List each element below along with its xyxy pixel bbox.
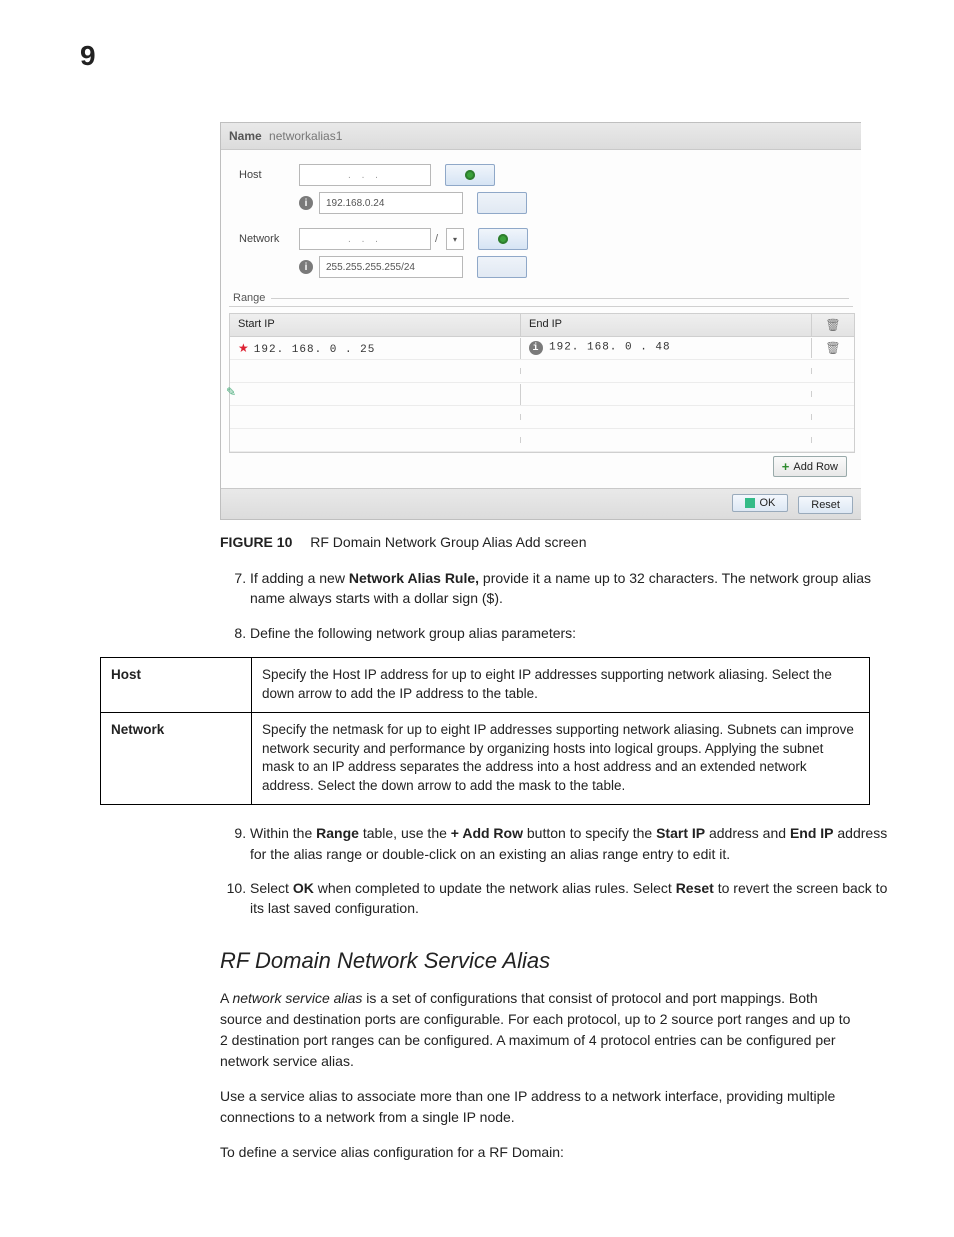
table-row: Network Specify the netmask for up to ei… xyxy=(101,712,870,805)
paragraph-1: A network service alias is a set of conf… xyxy=(220,988,860,1072)
section-heading: RF Domain Network Service Alias xyxy=(220,948,894,974)
reset-label: Reset xyxy=(811,499,840,511)
network-label: Network xyxy=(239,233,299,245)
mask-spinner[interactable]: ▾ xyxy=(446,228,464,250)
paragraph-2: Use a service alias to associate more th… xyxy=(220,1086,860,1128)
network-add-button[interactable] xyxy=(478,228,528,250)
pencil-icon[interactable]: ✎ xyxy=(226,386,237,400)
ok-icon xyxy=(745,498,755,508)
figure-text: RF Domain Network Group Alias Add screen xyxy=(310,534,586,550)
slash-label: / xyxy=(435,233,438,245)
add-row-label: Add Row xyxy=(793,461,838,473)
range-row[interactable] xyxy=(230,406,854,429)
param-host-label: Host xyxy=(101,657,252,712)
range-label: Range xyxy=(233,292,265,304)
paragraph-3: To define a service alias configuration … xyxy=(220,1142,860,1163)
alias-add-panel: Name networkalias1 Host . . . i 192.168.… xyxy=(220,122,861,520)
step-7: If adding a new Network Alias Rule, prov… xyxy=(250,568,894,609)
range-header-start[interactable]: Start IP xyxy=(230,314,521,336)
end-ip-value: 192. 168. 0 . 48 xyxy=(549,342,671,354)
param-network-text: Specify the netmask for up to eight IP a… xyxy=(252,712,870,805)
figure-label: FIGURE 10 xyxy=(220,534,292,550)
range-row[interactable]: ★ 192. 168. 0 . 25 i 192. 168. 0 . 48 🗑 xyxy=(230,337,854,360)
host-ip-input[interactable]: . . . xyxy=(299,164,431,186)
panel-footer: OK Reset xyxy=(221,488,861,519)
parameter-table: Host Specify the Host IP address for up … xyxy=(100,657,870,805)
network-value-box[interactable]: 255.255.255.255/24 xyxy=(319,256,463,278)
step-10: Select OK when completed to update the n… xyxy=(250,878,894,919)
star-icon: ★ xyxy=(238,342,250,356)
info-icon: i xyxy=(529,341,543,355)
ok-label: OK xyxy=(759,497,775,509)
ok-button[interactable]: OK xyxy=(732,494,788,512)
param-host-text: Specify the Host IP address for up to ei… xyxy=(252,657,870,712)
add-row-button[interactable]: + Add Row xyxy=(773,456,847,477)
range-row[interactable]: ✎ xyxy=(230,383,854,406)
range-row[interactable] xyxy=(230,360,854,383)
range-header-end[interactable]: End IP xyxy=(521,314,811,336)
start-ip-value: 192. 168. 0 . 25 xyxy=(254,344,376,356)
range-table: Start IP End IP 🗑 ★ 192. 168. 0 . 25 i 192… xyxy=(229,313,855,453)
trash-icon[interactable]: 🗑 xyxy=(825,318,840,332)
param-network-label: Network xyxy=(101,712,252,805)
page-number: 9 xyxy=(80,40,894,72)
host-add-button[interactable] xyxy=(445,164,495,186)
name-value: networkalias1 xyxy=(269,129,342,143)
host-value-box[interactable]: 192.168.0.24 xyxy=(319,192,463,214)
figure-caption: FIGURE 10 RF Domain Network Group Alias … xyxy=(220,534,894,550)
network-ip-input[interactable]: . . . xyxy=(299,228,431,250)
step-8: Define the following network group alias… xyxy=(250,623,894,643)
name-bar: Name networkalias1 xyxy=(221,123,861,150)
plus-icon: + xyxy=(782,459,790,474)
info-icon: i xyxy=(299,260,313,274)
step-9: Within the Range table, use the + Add Ro… xyxy=(250,823,894,864)
trash-icon[interactable]: 🗑 xyxy=(825,341,840,355)
reset-button[interactable]: Reset xyxy=(798,496,853,514)
info-icon: i xyxy=(299,196,313,210)
host-remove-button[interactable] xyxy=(477,192,527,214)
host-label: Host xyxy=(239,169,299,181)
range-row[interactable] xyxy=(230,429,854,452)
table-row: Host Specify the Host IP address for up … xyxy=(101,657,870,712)
network-remove-button[interactable] xyxy=(477,256,527,278)
name-label: Name xyxy=(229,129,262,143)
